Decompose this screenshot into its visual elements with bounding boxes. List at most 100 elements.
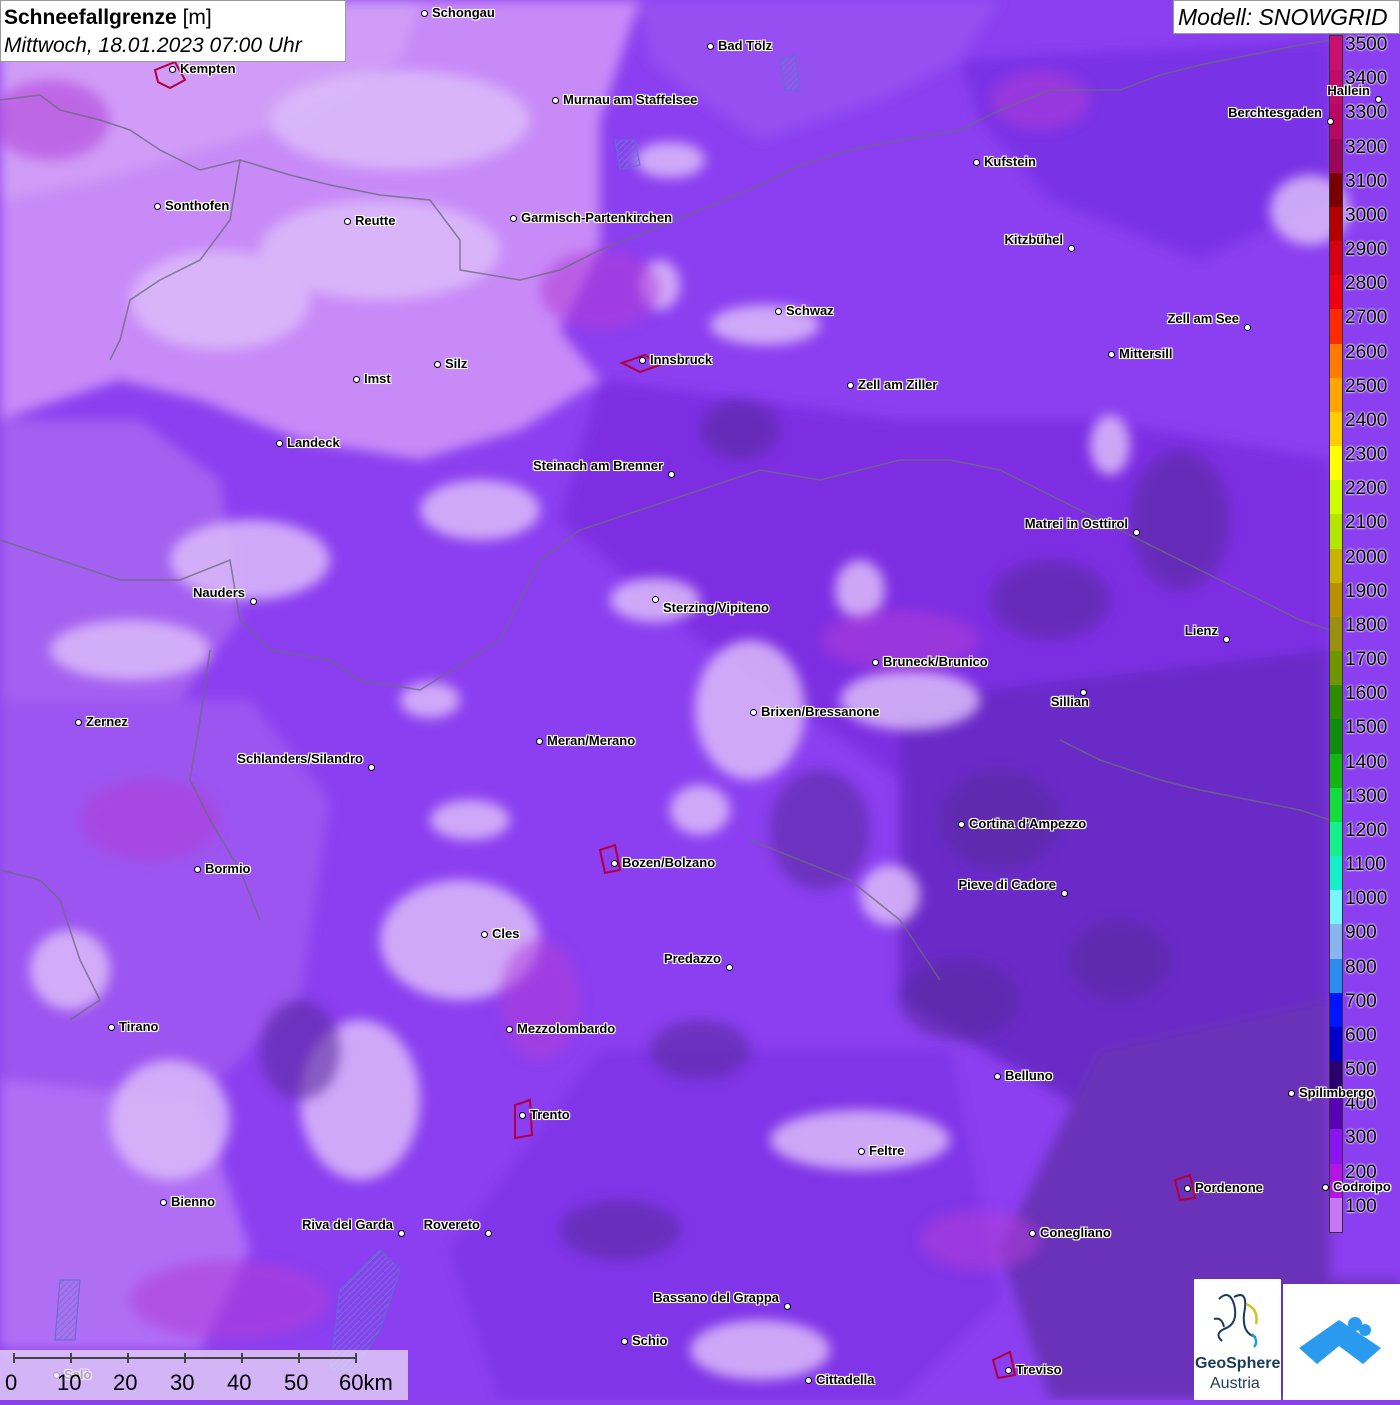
legend-swatch: [1330, 1026, 1342, 1062]
city-marker: [480, 930, 488, 938]
city-marker: [193, 865, 201, 873]
legend-label: 1700: [1345, 649, 1388, 671]
partner-logo: [1283, 1284, 1400, 1400]
city-marker: [972, 158, 980, 166]
legend-swatch: [1330, 651, 1342, 686]
city-marker: [551, 96, 559, 104]
legend-swatch: [1330, 856, 1342, 891]
legend-label: 2100: [1345, 512, 1388, 534]
city-marker: [168, 65, 176, 73]
legend-label: 600: [1345, 1024, 1377, 1046]
legend-swatch: [1330, 685, 1342, 720]
city-label: Kempten: [180, 61, 236, 76]
logo-name: GeoSphere: [1195, 1355, 1281, 1372]
legend-swatch: [1330, 480, 1342, 515]
legend-label: 3000: [1345, 204, 1388, 226]
city-marker: [433, 360, 441, 368]
legend-swatch: [1330, 275, 1342, 310]
city-marker: [804, 1376, 812, 1384]
city-marker: [846, 381, 854, 389]
legend-swatch: [1330, 1129, 1342, 1165]
city-label: Schio: [632, 1333, 668, 1348]
legend-label: 900: [1345, 922, 1377, 944]
city-marker: [275, 439, 283, 447]
legend-swatch: [1330, 787, 1342, 823]
legend-label: 1600: [1345, 683, 1388, 705]
model-label: Modell: SNOWGRID: [1173, 0, 1400, 34]
legend-swatch: [1330, 992, 1342, 1028]
legend-label: 1500: [1345, 717, 1388, 739]
city-marker: [74, 718, 82, 726]
legend-swatch: [1330, 241, 1342, 276]
legend-label: 2300: [1345, 444, 1388, 466]
city-marker: [343, 217, 351, 225]
city-label: Schongau: [432, 5, 495, 20]
legend-swatch: [1330, 890, 1342, 925]
legend-label: 1300: [1345, 785, 1388, 807]
city-marker: [484, 1229, 492, 1237]
city-marker: [397, 1229, 405, 1237]
legend-swatch: [1330, 172, 1342, 208]
city-marker: [1243, 323, 1251, 331]
city-marker: [535, 737, 543, 745]
city-label: Steinach am Brenner: [532, 458, 663, 473]
geosphere-logo-icon: [1213, 1294, 1258, 1348]
city-label: Kitzbühel: [1004, 232, 1064, 247]
legend-label: 1200: [1345, 819, 1388, 841]
legend-label: 2200: [1345, 478, 1388, 500]
city-marker: [1028, 1229, 1036, 1237]
city-marker: [1183, 1184, 1191, 1192]
city-marker: [1287, 1089, 1295, 1097]
map-unit: [m]: [182, 6, 212, 29]
city-label: Bruneck/Brunico: [883, 654, 988, 669]
legend-label: 300: [1345, 1127, 1377, 1149]
legend-swatch: [1330, 753, 1342, 789]
city-marker: [1374, 95, 1382, 103]
city-marker: [1060, 889, 1068, 897]
city-label: Rovereto: [423, 1217, 480, 1232]
city-label: Berchtesgaden: [1228, 105, 1322, 120]
city-label: Codroipo: [1333, 1179, 1391, 1194]
city-label: Lienz: [1184, 623, 1218, 638]
city-marker: [1132, 528, 1140, 536]
legend-label: 3300: [1345, 102, 1388, 124]
legend-label: 2900: [1345, 239, 1388, 261]
scale-tick-label: 20: [113, 1370, 138, 1395]
scale-tick-label: 60km: [339, 1370, 393, 1395]
legend-label: 800: [1345, 956, 1377, 978]
city-label: Cittadella: [816, 1372, 875, 1387]
city-marker: [620, 1337, 628, 1345]
legend-swatch: [1330, 1197, 1342, 1233]
city-label: Bormio: [205, 861, 251, 876]
city-label: Cortina d'Ampezzo: [969, 816, 1087, 831]
city-label: Mezzolombardo: [517, 1021, 616, 1036]
city-label: Meran/Merano: [547, 733, 636, 748]
city-label: Spilimbergo: [1299, 1085, 1375, 1100]
legend-swatch: [1330, 924, 1342, 960]
city-marker: [667, 470, 675, 478]
legend-label: 2400: [1345, 409, 1388, 431]
legend-swatch: [1330, 582, 1342, 618]
city-label: Sterzing/Vipiteno: [663, 600, 769, 615]
city-label: Brixen/Bressanone: [761, 704, 880, 719]
legend-swatch: [1330, 343, 1342, 379]
city-marker: [774, 307, 782, 315]
city-label: Hallein: [1327, 83, 1370, 98]
city-label: Conegliano: [1040, 1225, 1111, 1240]
city-marker: [153, 202, 161, 210]
city-label: Bienno: [171, 1194, 216, 1209]
city-label: Kufstein: [984, 154, 1036, 169]
city-label: Sillian: [1050, 694, 1089, 709]
legend-swatch: [1330, 958, 1342, 994]
city-marker: [107, 1023, 115, 1031]
city-marker: [420, 9, 428, 17]
city-marker: [749, 708, 757, 716]
city-label: Zernez: [86, 714, 128, 729]
city-marker: [1067, 244, 1075, 252]
legend-label: 1900: [1345, 580, 1388, 602]
city-marker: [871, 658, 879, 666]
city-label: Feltre: [869, 1143, 905, 1158]
legend-label: 2000: [1345, 546, 1388, 568]
legend-label: 2500: [1345, 375, 1388, 397]
legend-swatch: [1330, 138, 1342, 174]
